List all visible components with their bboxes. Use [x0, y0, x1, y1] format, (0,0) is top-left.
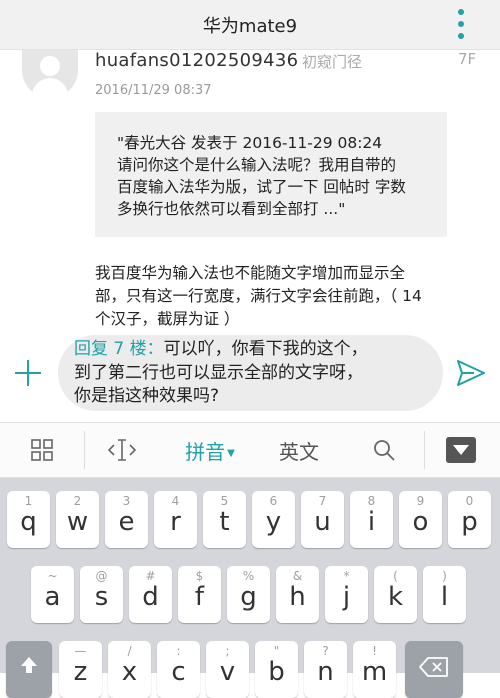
- more-options-icon[interactable]: [452, 6, 470, 42]
- search-icon[interactable]: [356, 423, 412, 477]
- key-p[interactable]: 0p: [448, 491, 491, 548]
- pinyin-mode-tab[interactable]: 拼音 ▼: [170, 423, 250, 477]
- english-mode-tab[interactable]: 英文: [262, 423, 336, 477]
- ime-toolbar: 拼音 ▼ 英文: [0, 422, 500, 478]
- key-y[interactable]: 6y: [252, 491, 295, 548]
- reply-bar: 回复 7 楼：可以吖，你看下我的这个， 到了第二行也可以显示全部的文字呀， 你是…: [0, 335, 500, 422]
- key-h[interactable]: & h: [276, 566, 319, 623]
- key-g[interactable]: % g: [227, 566, 270, 623]
- key-u[interactable]: 7u: [301, 491, 344, 548]
- avatar[interactable]: [22, 50, 78, 98]
- pinyin-label: 拼音: [185, 439, 226, 464]
- post-datetime: 2016/11/29 08:37: [95, 83, 212, 98]
- key-v[interactable]: ; v: [206, 641, 249, 698]
- key-k[interactable]: (k: [374, 566, 417, 623]
- reply-text-line: 你是指这种效果吗?: [74, 386, 220, 406]
- key-j[interactable]: * j: [325, 566, 368, 623]
- reply-target-label: 回复 7 楼：: [74, 339, 164, 359]
- key-z[interactable]: — z: [59, 641, 102, 698]
- key-o[interactable]: 9o: [399, 491, 442, 548]
- post-body: 我百度华为输入法也不能随文字增加而显示全 部，只有这一行宽度，满行文字会往前跑，…: [95, 262, 480, 331]
- cursor-move-icon[interactable]: [94, 423, 150, 477]
- grid-menu-icon[interactable]: [14, 423, 70, 477]
- reply-text-line: 到了第二行也可以显示全部的文字呀，: [74, 362, 363, 383]
- key-i[interactable]: 8i: [350, 491, 393, 548]
- quote-line: 百度输入法华为版，试了一下 回帖时 字数: [117, 178, 406, 196]
- reply-text-line: 可以吖，你看下我的这个，: [163, 339, 368, 359]
- key-a[interactable]: ~ a: [31, 566, 74, 623]
- key-t[interactable]: 5t: [203, 491, 246, 548]
- quote-line: "春光大谷 发表于 2016-11-29 08:24: [117, 134, 383, 152]
- key-c[interactable]: :c: [157, 641, 200, 698]
- key-e[interactable]: 3e: [105, 491, 148, 548]
- body-line: 我百度华为输入法也不能随文字增加而显示全: [95, 264, 406, 282]
- reply-input[interactable]: 回复 7 楼：可以吖，你看下我的这个， 到了第二行也可以显示全部的文字呀， 你是…: [58, 335, 443, 411]
- key-q[interactable]: 1q: [7, 491, 50, 548]
- keyboard: 1q 2w 3e 4r 5t 6y 7u 8i 9o 0p ~ a @ s # d $…: [0, 478, 500, 698]
- backspace-key[interactable]: [405, 641, 463, 698]
- quote-line: 多换行也依然可以看到全部打 ...": [117, 200, 346, 218]
- forum-post: huafans01202509436 初窥门径 7F 2016/11/29 08…: [0, 50, 500, 335]
- post-username[interactable]: huafans01202509436: [95, 50, 298, 71]
- key-l[interactable]: ) l: [423, 566, 466, 623]
- floor-number: 7F: [458, 50, 477, 68]
- key-x[interactable]: / x: [108, 641, 151, 698]
- key-r[interactable]: 4r: [154, 491, 197, 548]
- key-d[interactable]: # d: [129, 566, 172, 623]
- key-s[interactable]: @ s: [80, 566, 123, 623]
- key-w[interactable]: 2w: [56, 491, 99, 548]
- body-line: 个汉子，截屏为证 ）: [95, 310, 240, 328]
- add-attachment-icon[interactable]: [15, 360, 41, 386]
- key-m[interactable]: ! m: [353, 641, 396, 698]
- title-bar: 华为mate9: [0, 0, 500, 50]
- caret-down-icon: ▼: [227, 447, 235, 459]
- quoted-post: "春光大谷 发表于 2016-11-29 08:24 请问你这个是什么输入法呢？…: [95, 112, 447, 237]
- key-b[interactable]: " b: [255, 641, 298, 698]
- body-line: 部，只有这一行宽度，满行文字会往前跑，（ 14: [95, 287, 422, 305]
- send-icon[interactable]: [456, 359, 486, 387]
- collapse-keyboard-icon[interactable]: [446, 437, 476, 463]
- key-n[interactable]: ? n: [304, 641, 347, 698]
- user-level-badge: 初窥门径: [302, 53, 363, 71]
- page-title: 华为mate9: [202, 16, 298, 37]
- english-label: 英文: [279, 439, 319, 464]
- quote-line: 请问你这个是什么输入法呢？我用自带的: [117, 156, 397, 174]
- key-f[interactable]: $ f: [178, 566, 221, 623]
- shift-key[interactable]: [6, 641, 52, 698]
